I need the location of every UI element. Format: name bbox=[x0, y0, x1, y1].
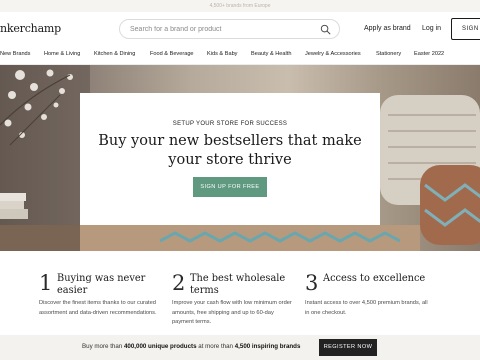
search-icon[interactable] bbox=[320, 24, 331, 35]
hero-title: Buy your new bestsellers that make your … bbox=[98, 133, 362, 168]
announcement-text: 4,500+ brands from Europe bbox=[209, 3, 271, 9]
hero-signup-button[interactable]: SIGN UP FOR FREE bbox=[193, 177, 267, 197]
feature-title: The best wholesale terms bbox=[190, 273, 286, 296]
announcement-bar: 4,500+ brands from Europe bbox=[0, 0, 480, 12]
login-link[interactable]: Log in bbox=[422, 25, 441, 32]
site-header: nkerchamp Apply as brand Log in SIGN UP bbox=[0, 12, 480, 46]
nav-item-kitchen-dining[interactable]: Kitchen & Dining bbox=[94, 51, 135, 57]
register-bar-text: Buy more than 400,000 unique products at… bbox=[82, 343, 300, 350]
feature-number: 1 bbox=[39, 271, 53, 295]
feature-description: Instant access to over 4,500 premium bra… bbox=[305, 300, 428, 316]
brands-count: 4,500 inspiring brands bbox=[234, 343, 301, 350]
register-bar: Buy more than 400,000 unique products at… bbox=[0, 335, 480, 360]
register-text-part: at more than bbox=[196, 343, 235, 350]
feature-number: 2 bbox=[172, 271, 186, 295]
hero-eyebrow: SETUP YOUR STORE FOR SUCCESS bbox=[172, 121, 288, 127]
nav-item-beauty-health[interactable]: Beauty & Health bbox=[251, 51, 291, 57]
feature-description: Discover the finest items thanks to our … bbox=[39, 300, 157, 316]
search-input[interactable] bbox=[130, 23, 315, 36]
nav-item-stationery[interactable]: Stationery bbox=[376, 51, 401, 57]
feature-title: Access to excellence bbox=[323, 273, 426, 284]
signup-button[interactable]: SIGN UP bbox=[451, 18, 480, 40]
feature-title: Buying was never easier bbox=[57, 273, 146, 296]
nav-item-jewelry-accessories[interactable]: Jewelry & Accessories bbox=[305, 51, 361, 57]
nav-item-home-living[interactable]: Home & Living bbox=[44, 51, 80, 57]
register-now-button[interactable]: REGISTER NOW bbox=[319, 339, 377, 356]
features-section: 1 Buying was never easier Discover the f… bbox=[0, 251, 480, 335]
logo[interactable]: nkerchamp bbox=[0, 22, 61, 35]
feature-number: 3 bbox=[305, 271, 319, 295]
nav-item-kids-baby[interactable]: Kids & Baby bbox=[207, 51, 237, 57]
category-nav: New Brands Home & Living Kitchen & Dinin… bbox=[0, 46, 480, 65]
nav-item-easter-2022[interactable]: Easter 2022 bbox=[414, 51, 444, 57]
register-text-part: Buy more than bbox=[82, 343, 124, 350]
search-bar[interactable] bbox=[119, 19, 340, 39]
nav-item-new-brands[interactable]: New Brands bbox=[0, 51, 30, 57]
products-count: 400,000 unique products bbox=[123, 343, 197, 350]
nav-item-food-beverage[interactable]: Food & Beverage bbox=[150, 51, 194, 57]
feature-description: Improve your cash flow with low minimum … bbox=[172, 300, 292, 325]
apply-as-brand-link[interactable]: Apply as brand bbox=[364, 25, 411, 32]
